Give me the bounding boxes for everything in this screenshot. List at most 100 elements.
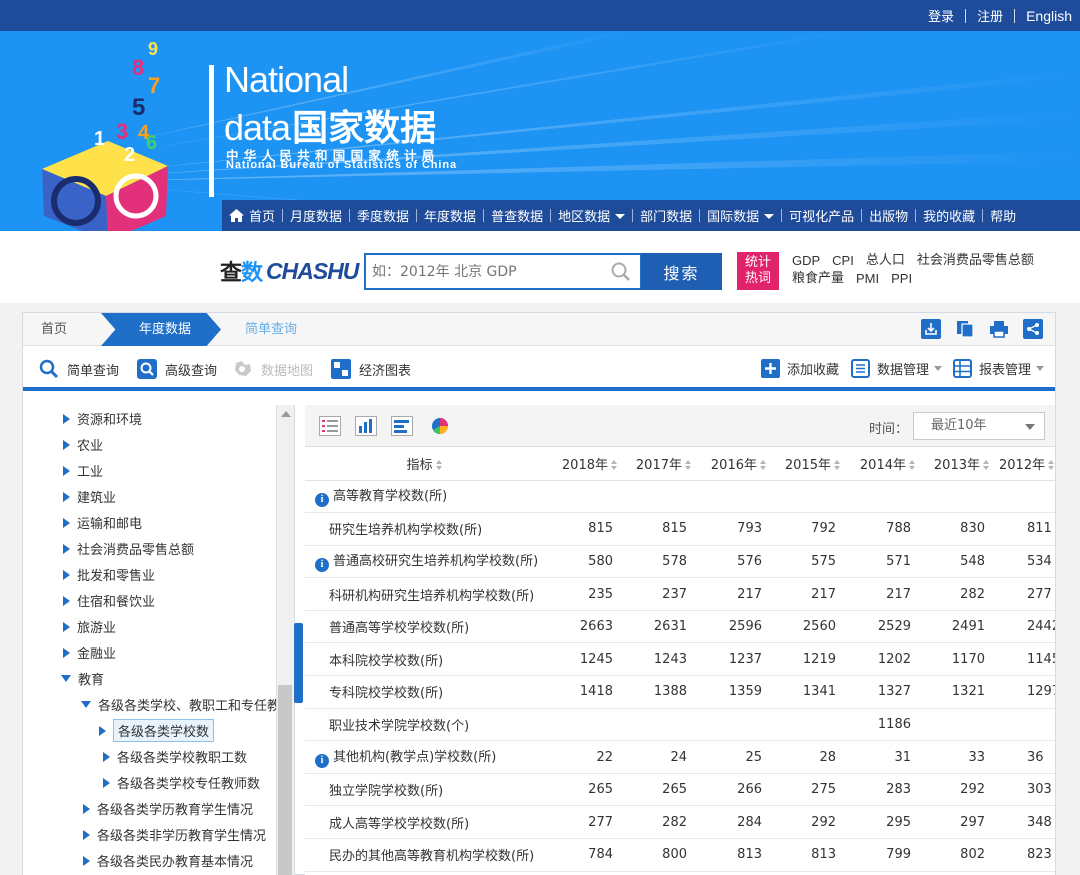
scroll-up-arrow-icon[interactable] xyxy=(281,411,291,417)
tree-node[interactable]: 各级各类非学历教育学生情况 xyxy=(83,825,266,844)
column-header-indicator[interactable]: 指标 xyxy=(305,447,551,481)
tree-node[interactable]: 资源和环境 xyxy=(63,409,142,428)
column-header-year[interactable]: 2012年 xyxy=(997,447,1055,481)
nav-annual[interactable]: 年度数据 xyxy=(417,206,483,225)
hot-word-link[interactable]: CPI xyxy=(832,252,854,270)
scrollbar-thumb[interactable] xyxy=(278,685,292,875)
tree-node[interactable]: 社会消费品零售总额 xyxy=(63,539,194,558)
panel-splitter-handle[interactable] xyxy=(294,623,303,703)
hot-word-link[interactable]: 粮食产量 xyxy=(792,270,844,288)
column-header-year[interactable]: 2013年 xyxy=(923,447,997,481)
nav-favorites[interactable]: 我的收藏 xyxy=(916,206,982,225)
indicator-name-cell[interactable]: 科研机构研究生培养机构学校数(所) xyxy=(305,577,551,611)
table-icon xyxy=(953,359,972,378)
tree-scrollbar[interactable] xyxy=(276,405,294,875)
query-label: 数据地图 xyxy=(261,363,314,379)
indicator-name-cell[interactable]: i 普通高校研究生培养机构学校数(所) xyxy=(305,545,551,579)
nav-international[interactable]: 国际数据 xyxy=(700,206,781,225)
english-link[interactable]: English xyxy=(1015,8,1072,24)
data-management-menu[interactable]: 数据管理 xyxy=(851,359,943,378)
print-icon[interactable] xyxy=(989,319,1009,339)
indicator-name-cell[interactable]: 普通高等学校学校数(所) xyxy=(305,610,551,644)
tree-node[interactable]: 旅游业 xyxy=(63,617,116,636)
nav-regional[interactable]: 地区数据 xyxy=(551,206,632,225)
column-header-year[interactable]: 2014年 xyxy=(848,447,923,481)
tree-node-selected[interactable]: 各级各类学校数 xyxy=(99,719,215,742)
indicator-name-cell[interactable]: 成人高等学校学校数(所) xyxy=(305,805,551,840)
tree-node[interactable]: 各级各类学校专任教师数 xyxy=(103,773,260,792)
nav-department[interactable]: 部门数据 xyxy=(633,206,699,225)
table-row: 科研机构研究生培养机构学校数(所) 235 237 217 217 217 282 277 xyxy=(305,577,1055,611)
hot-word-link[interactable]: 总人口 xyxy=(866,252,905,270)
pie-chart-icon[interactable] xyxy=(429,416,451,436)
breadcrumb-year[interactable]: 年度数据 xyxy=(101,313,221,346)
share-icon[interactable] xyxy=(1023,319,1043,339)
copy-icon[interactable] xyxy=(955,319,975,339)
value-cell: 265 xyxy=(625,773,699,807)
bar-chart-icon[interactable] xyxy=(355,416,377,436)
econ-chart-button[interactable]: 经济图表 xyxy=(331,359,411,379)
tree-node[interactable]: 各级各类学校教职工数 xyxy=(103,747,247,766)
indicator-name-cell[interactable]: 职业技术学院学校数(个) xyxy=(305,708,551,742)
tree-node-label: 各级各类学校数 xyxy=(113,719,215,742)
nav-help[interactable]: 帮助 xyxy=(983,206,1023,225)
search-input[interactable] xyxy=(366,255,606,288)
tree-node[interactable]: 建筑业 xyxy=(63,487,116,506)
hot-words-badge: 统计 热词 xyxy=(737,252,779,290)
report-management-menu[interactable]: 报表管理 xyxy=(953,359,1045,378)
tree-node[interactable]: 农业 xyxy=(63,435,103,454)
tree-node[interactable]: 批发和零售业 xyxy=(63,565,155,584)
tree-node[interactable]: 运输和邮电 xyxy=(63,513,142,532)
tree-node-expanded[interactable]: 教育 xyxy=(61,669,104,688)
search-icon[interactable] xyxy=(606,257,636,287)
info-icon[interactable]: i xyxy=(315,558,329,573)
nav-home[interactable]: 首页 xyxy=(222,206,282,225)
nav-quarterly[interactable]: 季度数据 xyxy=(350,206,416,225)
column-header-year[interactable]: 2018年 xyxy=(551,447,625,481)
nav-monthly[interactable]: 月度数据 xyxy=(283,206,349,225)
hot-word-link[interactable]: GDP xyxy=(792,252,820,270)
nav-visualization[interactable]: 可视化产品 xyxy=(782,206,861,225)
hot-word-link[interactable]: PMI xyxy=(856,270,879,288)
indicator-name-cell[interactable]: 专科院校学校数(所) xyxy=(305,675,551,709)
download-icon[interactable] xyxy=(921,319,941,339)
data-map-button[interactable]: 数据地图 xyxy=(233,359,313,379)
advanced-query-button[interactable]: 高级查询 xyxy=(137,359,217,379)
tree-node[interactable]: 各级各类民办教育基本情况 xyxy=(83,851,253,870)
column-header-year[interactable]: 2016年 xyxy=(699,447,774,481)
indicator-name-cell[interactable]: 本科院校学校数(所) xyxy=(305,642,551,677)
value-cell: 788 xyxy=(848,512,923,546)
indicator-name-cell[interactable]: i 高等教育学校数(所) xyxy=(305,480,551,514)
hot-word-link[interactable]: 社会消费品零售总额 xyxy=(917,252,1034,270)
value-cell xyxy=(997,480,1055,514)
column-header-year[interactable]: 2017年 xyxy=(625,447,699,481)
tree-node-expanded[interactable]: 各级各类学校、教职工和专任教 xyxy=(81,695,280,714)
tree-node[interactable]: 各级各类学历教育学生情况 xyxy=(83,799,253,818)
indicator-name-cell[interactable]: i 其他机构(教学点)学校数(所) xyxy=(305,740,551,774)
register-link[interactable]: 注册 xyxy=(966,6,1014,25)
add-favorite-button[interactable]: 添加收藏 xyxy=(761,359,839,378)
login-link[interactable]: 登录 xyxy=(917,6,965,25)
tree-node[interactable]: 住宿和餐饮业 xyxy=(63,591,155,610)
value-cell: 275 xyxy=(774,773,848,807)
sort-icon xyxy=(1048,459,1055,470)
value-cell: 800 xyxy=(625,838,699,872)
indicator-name-cell[interactable]: 独立学院学校数(所) xyxy=(305,773,551,807)
indicator-name-cell[interactable]: 民办的其他高等教育机构学校数(所) xyxy=(305,838,551,872)
nav-publications[interactable]: 出版物 xyxy=(862,206,915,225)
horizontal-bar-chart-icon[interactable] xyxy=(391,416,413,436)
column-header-year[interactable]: 2015年 xyxy=(774,447,848,481)
hot-word-link[interactable]: PPI xyxy=(891,270,912,288)
info-icon[interactable]: i xyxy=(315,754,329,769)
time-range-select[interactable]: 最近10年 xyxy=(913,412,1045,440)
tree-node[interactable]: 工业 xyxy=(63,461,103,480)
cube-digit: 7 xyxy=(148,73,160,98)
nav-census[interactable]: 普查数据 xyxy=(484,206,550,225)
table-view-icon[interactable] xyxy=(319,416,341,436)
simple-query-button[interactable]: 简单查询 xyxy=(39,359,119,379)
tree-node[interactable]: 金融业 xyxy=(63,643,116,662)
chashu-logo: 查 数 CHASHU xyxy=(220,255,359,287)
info-icon[interactable]: i xyxy=(315,493,329,508)
indicator-name-cell[interactable]: 研究生培养机构学校数(所) xyxy=(305,512,551,546)
search-button[interactable]: 搜索 xyxy=(641,253,722,290)
